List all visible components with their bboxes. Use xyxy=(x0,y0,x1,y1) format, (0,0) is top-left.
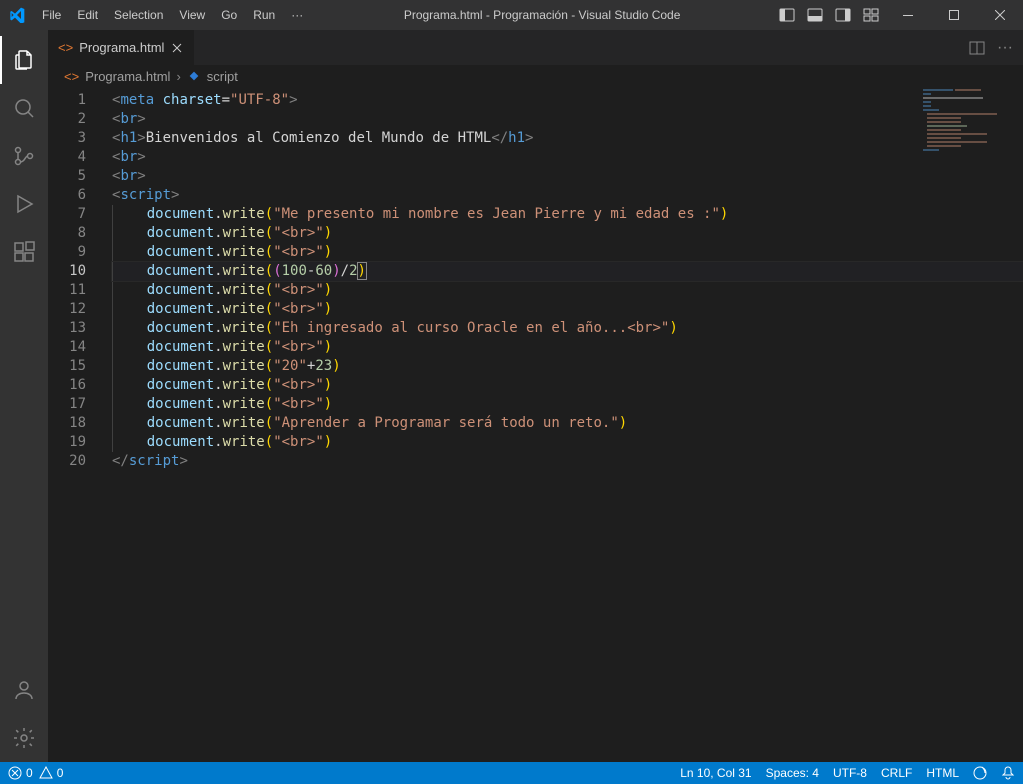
line-number-gutter: 1 2 3 4 5 6 7 8 9 10 11 12 13 14 15 16 1… xyxy=(48,87,112,762)
editor-actions: ··· xyxy=(969,30,1023,65)
symbol-icon xyxy=(187,69,201,83)
source-control-icon[interactable] xyxy=(0,132,48,180)
layout-controls xyxy=(773,0,885,30)
titlebar: File Edit Selection View Go Run ··· Prog… xyxy=(0,0,1023,30)
accounts-icon[interactable] xyxy=(0,666,48,714)
html-file-icon: <> xyxy=(64,69,79,84)
search-icon[interactable] xyxy=(0,84,48,132)
split-editor-icon[interactable] xyxy=(969,40,985,56)
toggle-secondary-sidebar-icon[interactable] xyxy=(829,0,857,30)
menu-selection[interactable]: Selection xyxy=(106,8,171,22)
menu-run[interactable]: Run xyxy=(245,8,283,22)
vscode-logo-icon xyxy=(0,7,34,23)
menu-go[interactable]: Go xyxy=(213,8,245,22)
status-eol[interactable]: CRLF xyxy=(881,766,912,780)
status-errors[interactable]: 0 xyxy=(8,766,33,780)
status-feedback-icon[interactable] xyxy=(973,766,987,780)
menu-edit[interactable]: Edit xyxy=(69,8,106,22)
breadcrumb-symbol[interactable]: script xyxy=(207,69,238,84)
activity-bar xyxy=(0,30,48,762)
warning-icon xyxy=(39,766,53,780)
tab-label: Programa.html xyxy=(79,40,164,55)
tab-close-icon[interactable] xyxy=(170,41,184,55)
toggle-primary-sidebar-icon[interactable] xyxy=(773,0,801,30)
editor-area: <> Programa.html ··· <> Programa.html › … xyxy=(48,30,1023,762)
tab-bar: <> Programa.html ··· xyxy=(48,30,1023,65)
minimize-button[interactable] xyxy=(885,0,931,30)
minimap[interactable] xyxy=(921,87,1017,157)
chevron-right-icon: › xyxy=(176,69,180,84)
close-button[interactable] xyxy=(977,0,1023,30)
customize-layout-icon[interactable] xyxy=(857,0,885,30)
toggle-panel-icon[interactable] xyxy=(801,0,829,30)
status-indentation[interactable]: Spaces: 4 xyxy=(766,766,819,780)
status-encoding[interactable]: UTF-8 xyxy=(833,766,867,780)
more-actions-icon[interactable]: ··· xyxy=(997,39,1013,57)
error-icon xyxy=(8,766,22,780)
maximize-button[interactable] xyxy=(931,0,977,30)
run-debug-icon[interactable] xyxy=(0,180,48,228)
main-area: <> Programa.html ··· <> Programa.html › … xyxy=(0,30,1023,762)
code-content[interactable]: <meta charset="UTF-8"> <br> <h1>Bienveni… xyxy=(112,87,1023,762)
tab-programa[interactable]: <> Programa.html xyxy=(48,30,195,65)
status-warnings[interactable]: 0 xyxy=(39,766,64,780)
breadcrumb-file[interactable]: Programa.html xyxy=(85,69,170,84)
status-notifications-icon[interactable] xyxy=(1001,766,1015,780)
menu-bar: File Edit Selection View Go Run ··· xyxy=(34,8,311,22)
settings-gear-icon[interactable] xyxy=(0,714,48,762)
html-file-icon: <> xyxy=(58,40,73,55)
menu-view[interactable]: View xyxy=(171,8,213,22)
menu-file[interactable]: File xyxy=(34,8,69,22)
explorer-icon[interactable] xyxy=(0,36,48,84)
menu-more[interactable]: ··· xyxy=(283,8,311,22)
status-cursor-position[interactable]: Ln 10, Col 31 xyxy=(680,766,751,780)
status-bar: 0 0 Ln 10, Col 31 Spaces: 4 UTF-8 CRLF H… xyxy=(0,762,1023,784)
window-title: Programa.html - Programación - Visual St… xyxy=(311,8,773,22)
extensions-icon[interactable] xyxy=(0,228,48,276)
breadcrumb[interactable]: <> Programa.html › script xyxy=(48,65,1023,87)
code-editor[interactable]: 1 2 3 4 5 6 7 8 9 10 11 12 13 14 15 16 1… xyxy=(48,87,1023,762)
status-language[interactable]: HTML xyxy=(926,766,959,780)
